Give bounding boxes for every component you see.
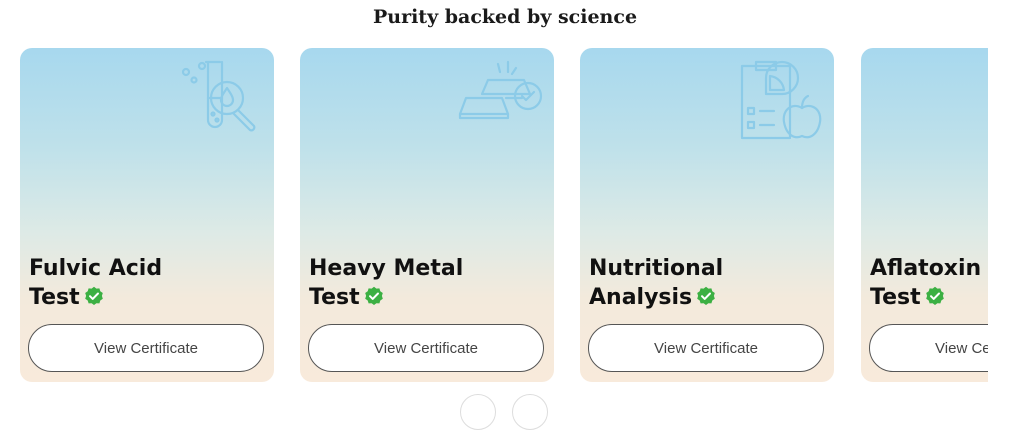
card-title-line1: Fulvic Acid [29,256,163,281]
card-heavy-metal-test: Heavy Metal Test View Certificate [300,48,554,382]
verified-check-icon [364,286,384,306]
verified-check-icon [925,286,945,306]
metal-bars-check-icon [458,58,544,144]
nutrition-report-apple-icon [738,58,824,144]
card-title: Aflatoxin Test [870,254,988,312]
card-title-line1: Heavy Metal [309,256,464,281]
card-nutritional-analysis: Nutritional Analysis View Certificate [580,48,834,382]
card-title-line1: Aflatoxin [870,256,982,281]
card-title: Nutritional Analysis [589,254,829,312]
card-title-line2: Test [870,285,921,310]
card-title: Fulvic Acid Test [29,254,269,312]
card-title-line2: Analysis [589,285,693,310]
certificate-carousel[interactable]: Fulvic Acid Test View Certificate Heavy … [0,48,988,384]
verified-check-icon [84,286,104,306]
view-certificate-button[interactable]: View Certificate [588,324,824,372]
section-title: Purity backed by science [372,6,638,28]
card-title: Heavy Metal Test [309,254,549,312]
carousel-next-button[interactable] [512,394,548,430]
view-certificate-button[interactable]: View Certificate [869,324,988,372]
carousel-prev-button[interactable] [460,394,496,430]
card-fulvic-acid-test: Fulvic Acid Test View Certificate [20,48,274,382]
card-aflatoxin-test: Aflatoxin Test View Certificate [861,48,988,382]
verified-check-icon [696,286,716,306]
card-title-line2: Test [309,285,360,310]
card-title-line1: Nutritional [589,256,724,281]
view-certificate-button[interactable]: View Certificate [28,324,264,372]
card-title-line2: Test [29,285,80,310]
test-tube-magnifier-icon [178,58,264,144]
view-certificate-button[interactable]: View Certificate [308,324,544,372]
